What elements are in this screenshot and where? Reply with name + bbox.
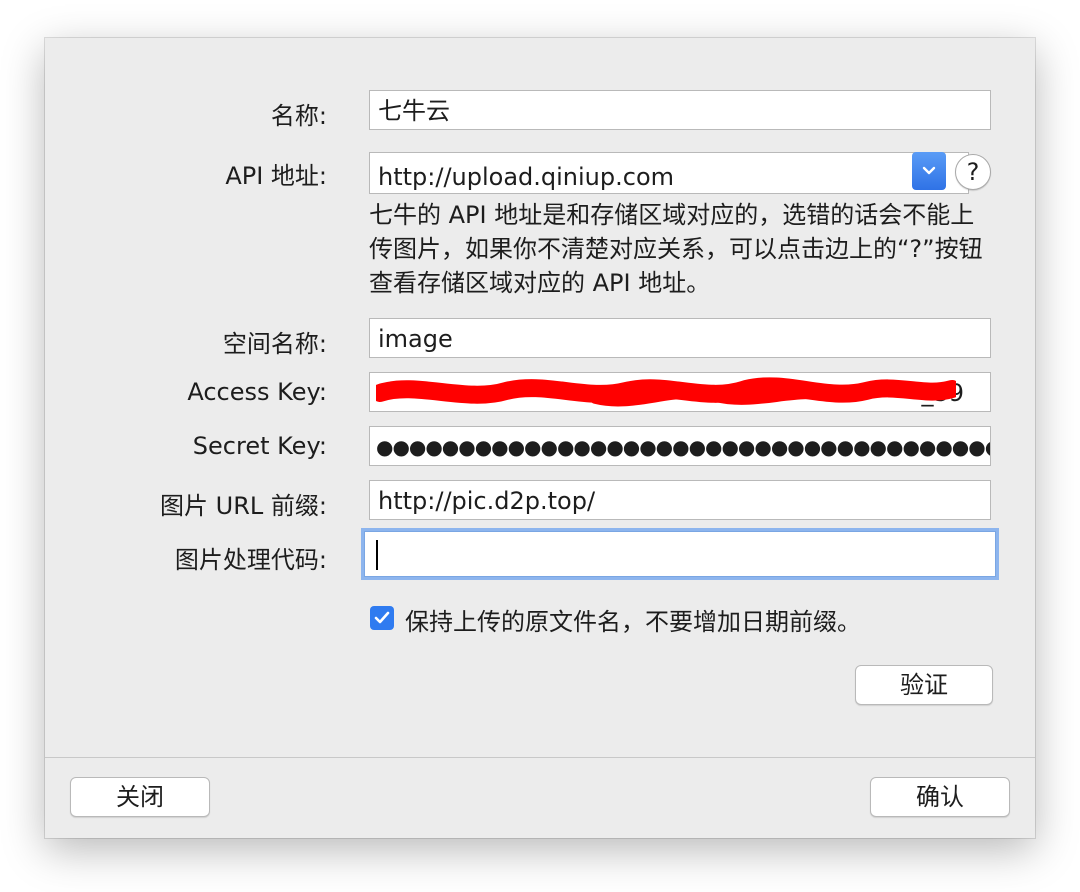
image-process-field[interactable] — [364, 531, 996, 577]
image-process-label: 图片处理代码: — [174, 546, 327, 574]
qiniu-settings-sheet: 名称: 七牛云 API 地址: http://upload.qiniup.com… — [45, 38, 1035, 838]
api-dropdown-button[interactable] — [912, 152, 946, 190]
footer-divider — [45, 757, 1035, 758]
name-field[interactable]: 七牛云 — [369, 90, 991, 130]
secret-key-label: Secret Key: — [192, 432, 327, 460]
api-description: 七牛的 API 地址是和存储区域对应的，选错的话会不能上传图片，如果你不清楚对应… — [369, 201, 983, 297]
access-key-label: Access Key: — [187, 378, 327, 406]
keep-filename-checkbox[interactable] — [370, 606, 394, 630]
api-address-label: API 地址: — [225, 162, 327, 190]
access-key-field[interactable]: _39 — [369, 372, 991, 412]
keep-filename-label[interactable]: 保持上传的原文件名，不要增加日期前缀。 — [405, 602, 861, 637]
name-label: 名称: — [270, 102, 327, 130]
api-help-button[interactable]: ? — [955, 154, 991, 190]
close-button[interactable]: 关闭 — [70, 777, 210, 817]
checkmark-icon — [374, 611, 390, 624]
chevron-down-icon — [922, 166, 936, 175]
space-name-field[interactable]: image — [369, 318, 991, 358]
confirm-button[interactable]: 确认 — [870, 777, 1010, 817]
api-address-select[interactable]: http://upload.qiniup.com — [369, 152, 969, 194]
space-name-label: 空间名称: — [222, 330, 327, 358]
verify-button[interactable]: 验证 — [855, 665, 993, 705]
url-prefix-field[interactable]: http://pic.d2p.top/ — [369, 480, 991, 520]
secret-key-field[interactable]: ●●●●●●●●●●●●●●●●●●●●●●●●●●●●●●●●●●●●●●●●… — [369, 426, 991, 466]
text-caret — [376, 540, 378, 570]
redaction-scribble — [376, 377, 956, 407]
url-prefix-label: 图片 URL 前缀: — [160, 492, 327, 520]
